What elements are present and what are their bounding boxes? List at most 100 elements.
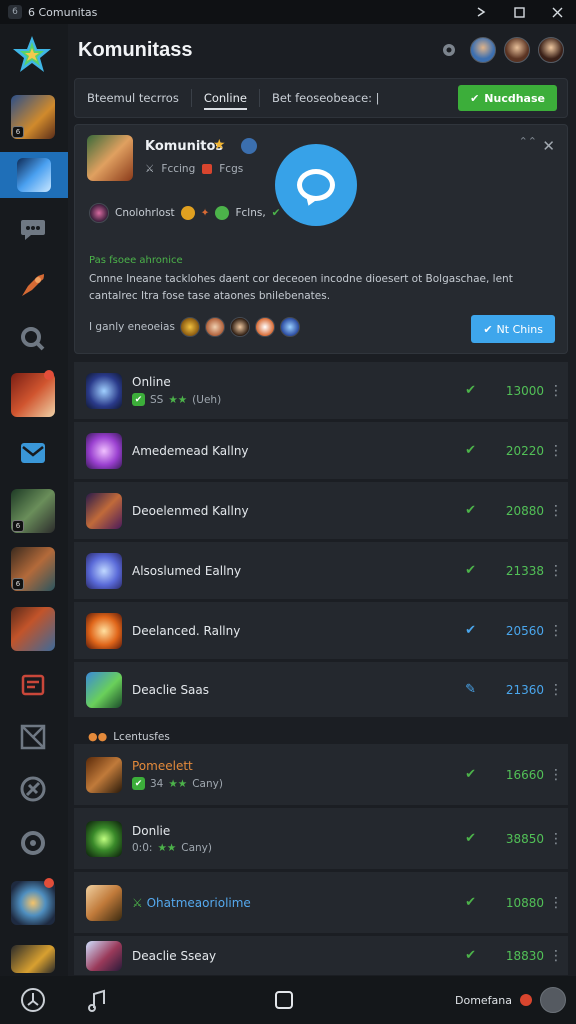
community-owner-row: Cnolohrlost ✦ Fclns, ✔ bbox=[89, 203, 280, 223]
close-icon[interactable] bbox=[538, 0, 576, 24]
list-item[interactable]: Deoelenmed Kallny ✔ 20880 ⋮ bbox=[74, 482, 568, 540]
avatar[interactable] bbox=[470, 37, 496, 63]
row-thumbnail bbox=[86, 820, 122, 857]
sidebar-item-grid[interactable] bbox=[10, 714, 56, 760]
row-value: 20220 bbox=[505, 443, 544, 458]
more-icon[interactable]: ⋮ bbox=[544, 831, 568, 847]
leaf-icon bbox=[215, 206, 230, 220]
section-header-label: Lcentusfes bbox=[113, 730, 170, 743]
sidebar-item-tools[interactable] bbox=[10, 766, 56, 812]
status-dot bbox=[520, 994, 533, 1006]
avatar[interactable] bbox=[540, 987, 567, 1013]
coin-icon bbox=[180, 206, 195, 220]
grid-icon bbox=[15, 719, 51, 755]
row-thumbnail bbox=[86, 552, 122, 589]
page-title: Komunitass bbox=[78, 38, 193, 61]
community-avatar bbox=[87, 135, 133, 181]
row-thumbnail bbox=[86, 432, 122, 469]
list-item[interactable]: Donlie 0:0: ★★ Cany) ✔ 38850 ⋮ bbox=[74, 808, 568, 870]
list-item[interactable]: Pomeelett ✔ 34 ★★ Cany) ✔ 16660 ⋮ bbox=[74, 744, 568, 806]
more-icon[interactable]: ⋮ bbox=[544, 503, 568, 519]
list-item[interactable]: Deelanced. Rallny ✔ 20560 ⋮ bbox=[74, 602, 568, 660]
check-icon: ✔ bbox=[465, 948, 476, 963]
stars-icon: ★★ bbox=[168, 777, 188, 790]
badge-icon: 6 bbox=[12, 126, 24, 138]
sidebar-item-store[interactable] bbox=[10, 662, 56, 708]
members-row: I ganly eneoeias bbox=[89, 317, 300, 337]
window-titlebar: 6 6 Comunitas bbox=[0, 0, 576, 24]
list-item[interactable]: Alsoslumed Eallny ✔ 21338 ⋮ bbox=[74, 542, 568, 600]
pin-icon[interactable] bbox=[462, 0, 500, 24]
bottom-label[interactable]: Domefana bbox=[455, 994, 512, 1007]
avatar[interactable] bbox=[538, 37, 564, 63]
sidebar-item-game-5[interactable]: 6 bbox=[10, 546, 56, 592]
tag-icon: ⚔ bbox=[145, 163, 155, 175]
sidebar-item-game-6[interactable] bbox=[10, 606, 56, 652]
meta-b: Fcgs bbox=[219, 163, 244, 175]
check-icon: ✔ bbox=[271, 207, 281, 219]
mail-icon bbox=[15, 435, 51, 471]
row-sub: ✔ 34 ★★ Cany) bbox=[132, 777, 223, 790]
check-icon: ✔ bbox=[483, 322, 493, 336]
row-name: Deaclie Sseay bbox=[132, 948, 217, 963]
row-value: 38850 bbox=[505, 831, 544, 846]
tab-members[interactable]: Bteemul tecrros bbox=[75, 78, 191, 118]
sidebar-item-game-8[interactable] bbox=[10, 944, 56, 974]
row-name: Pomeelett bbox=[132, 759, 193, 773]
purchase-button[interactable]: ✔ Nucdhase bbox=[458, 85, 557, 111]
more-icon[interactable]: ⋮ bbox=[544, 563, 568, 579]
sidebar-item-game-7[interactable] bbox=[10, 878, 56, 926]
join-button[interactable]: ✔ Nt Chins bbox=[471, 315, 555, 343]
row-name: Amedemead Kallny bbox=[132, 443, 249, 458]
more-icon[interactable]: ⋮ bbox=[544, 895, 568, 911]
close-icon[interactable]: ✕ bbox=[542, 137, 555, 155]
avatar bbox=[279, 317, 300, 337]
meta-a: Fccing bbox=[161, 163, 196, 175]
more-icon[interactable]: ⋮ bbox=[544, 383, 568, 399]
check-icon: ✔ bbox=[465, 831, 476, 846]
maximize-icon[interactable] bbox=[500, 0, 538, 24]
music-icon[interactable] bbox=[82, 985, 112, 1015]
check-icon: ✔ bbox=[465, 623, 476, 638]
sidebar-item-refresh[interactable] bbox=[10, 820, 56, 866]
sidebar-item-game-3[interactable] bbox=[10, 370, 56, 418]
settings-icon[interactable] bbox=[436, 37, 462, 63]
sidebar-item-game-4[interactable]: 6 bbox=[10, 488, 56, 534]
row-value: 20880 bbox=[505, 503, 544, 518]
more-icon[interactable]: ⋮ bbox=[544, 948, 568, 964]
sidebar-item-game-1[interactable]: 6 bbox=[10, 94, 56, 140]
app-logo-icon[interactable] bbox=[12, 34, 52, 74]
row-name: ⚔ Ohatmeaoriolime bbox=[132, 896, 251, 910]
home-icon[interactable] bbox=[269, 985, 299, 1015]
row-sub: ✔ SS ★★ (Ueh) bbox=[132, 393, 221, 406]
list-item[interactable]: Amedemead Kallny ✔ 20220 ⋮ bbox=[74, 422, 568, 480]
more-icon[interactable]: ⋮ bbox=[544, 443, 568, 459]
collapse-icon[interactable]: ⌃⌃ bbox=[519, 135, 537, 148]
tab-online[interactable]: Conline bbox=[192, 78, 259, 118]
row-thumbnail bbox=[86, 372, 122, 409]
list-item[interactable]: Deaclie Saas ✎ 21360 ⋮ bbox=[74, 662, 568, 718]
row-name-text: Ohatmeaoriolime bbox=[146, 895, 251, 910]
store-icon bbox=[15, 667, 51, 703]
join-button-label: Nt Chins bbox=[496, 322, 543, 336]
avatar[interactable] bbox=[504, 37, 530, 63]
tab-recent[interactable]: Bet feoseobeace: | bbox=[260, 78, 392, 118]
more-icon[interactable]: ⋮ bbox=[544, 682, 568, 698]
stars-icon: ★★ bbox=[168, 393, 188, 406]
sidebar-item-chat[interactable] bbox=[10, 206, 56, 252]
sidebar-item-mail[interactable] bbox=[10, 430, 56, 476]
more-icon[interactable]: ⋮ bbox=[544, 623, 568, 639]
purchase-button-label: Nucdhase bbox=[484, 91, 545, 105]
more-icon[interactable]: ⋮ bbox=[544, 767, 568, 783]
sidebar-item-search[interactable] bbox=[10, 316, 56, 362]
controller-icon[interactable] bbox=[18, 985, 48, 1015]
list-item[interactable]: Deaclie Sseay ✔ 18830 ⋮ bbox=[74, 936, 568, 976]
chat-bubble-icon[interactable] bbox=[275, 144, 357, 226]
sidebar-item-game-2[interactable] bbox=[0, 152, 68, 198]
sidebar-item-rocket[interactable] bbox=[10, 262, 56, 308]
avatar bbox=[179, 317, 200, 337]
row-name: Donlie bbox=[132, 823, 171, 838]
list-item[interactable]: Online ✔ SS ★★ (Ueh) ✔ 13000 ⋮ bbox=[74, 362, 568, 420]
check-icon: ✔ bbox=[465, 383, 476, 398]
list-item[interactable]: ⚔ Ohatmeaoriolime ✔ 10880 ⋮ bbox=[74, 872, 568, 934]
